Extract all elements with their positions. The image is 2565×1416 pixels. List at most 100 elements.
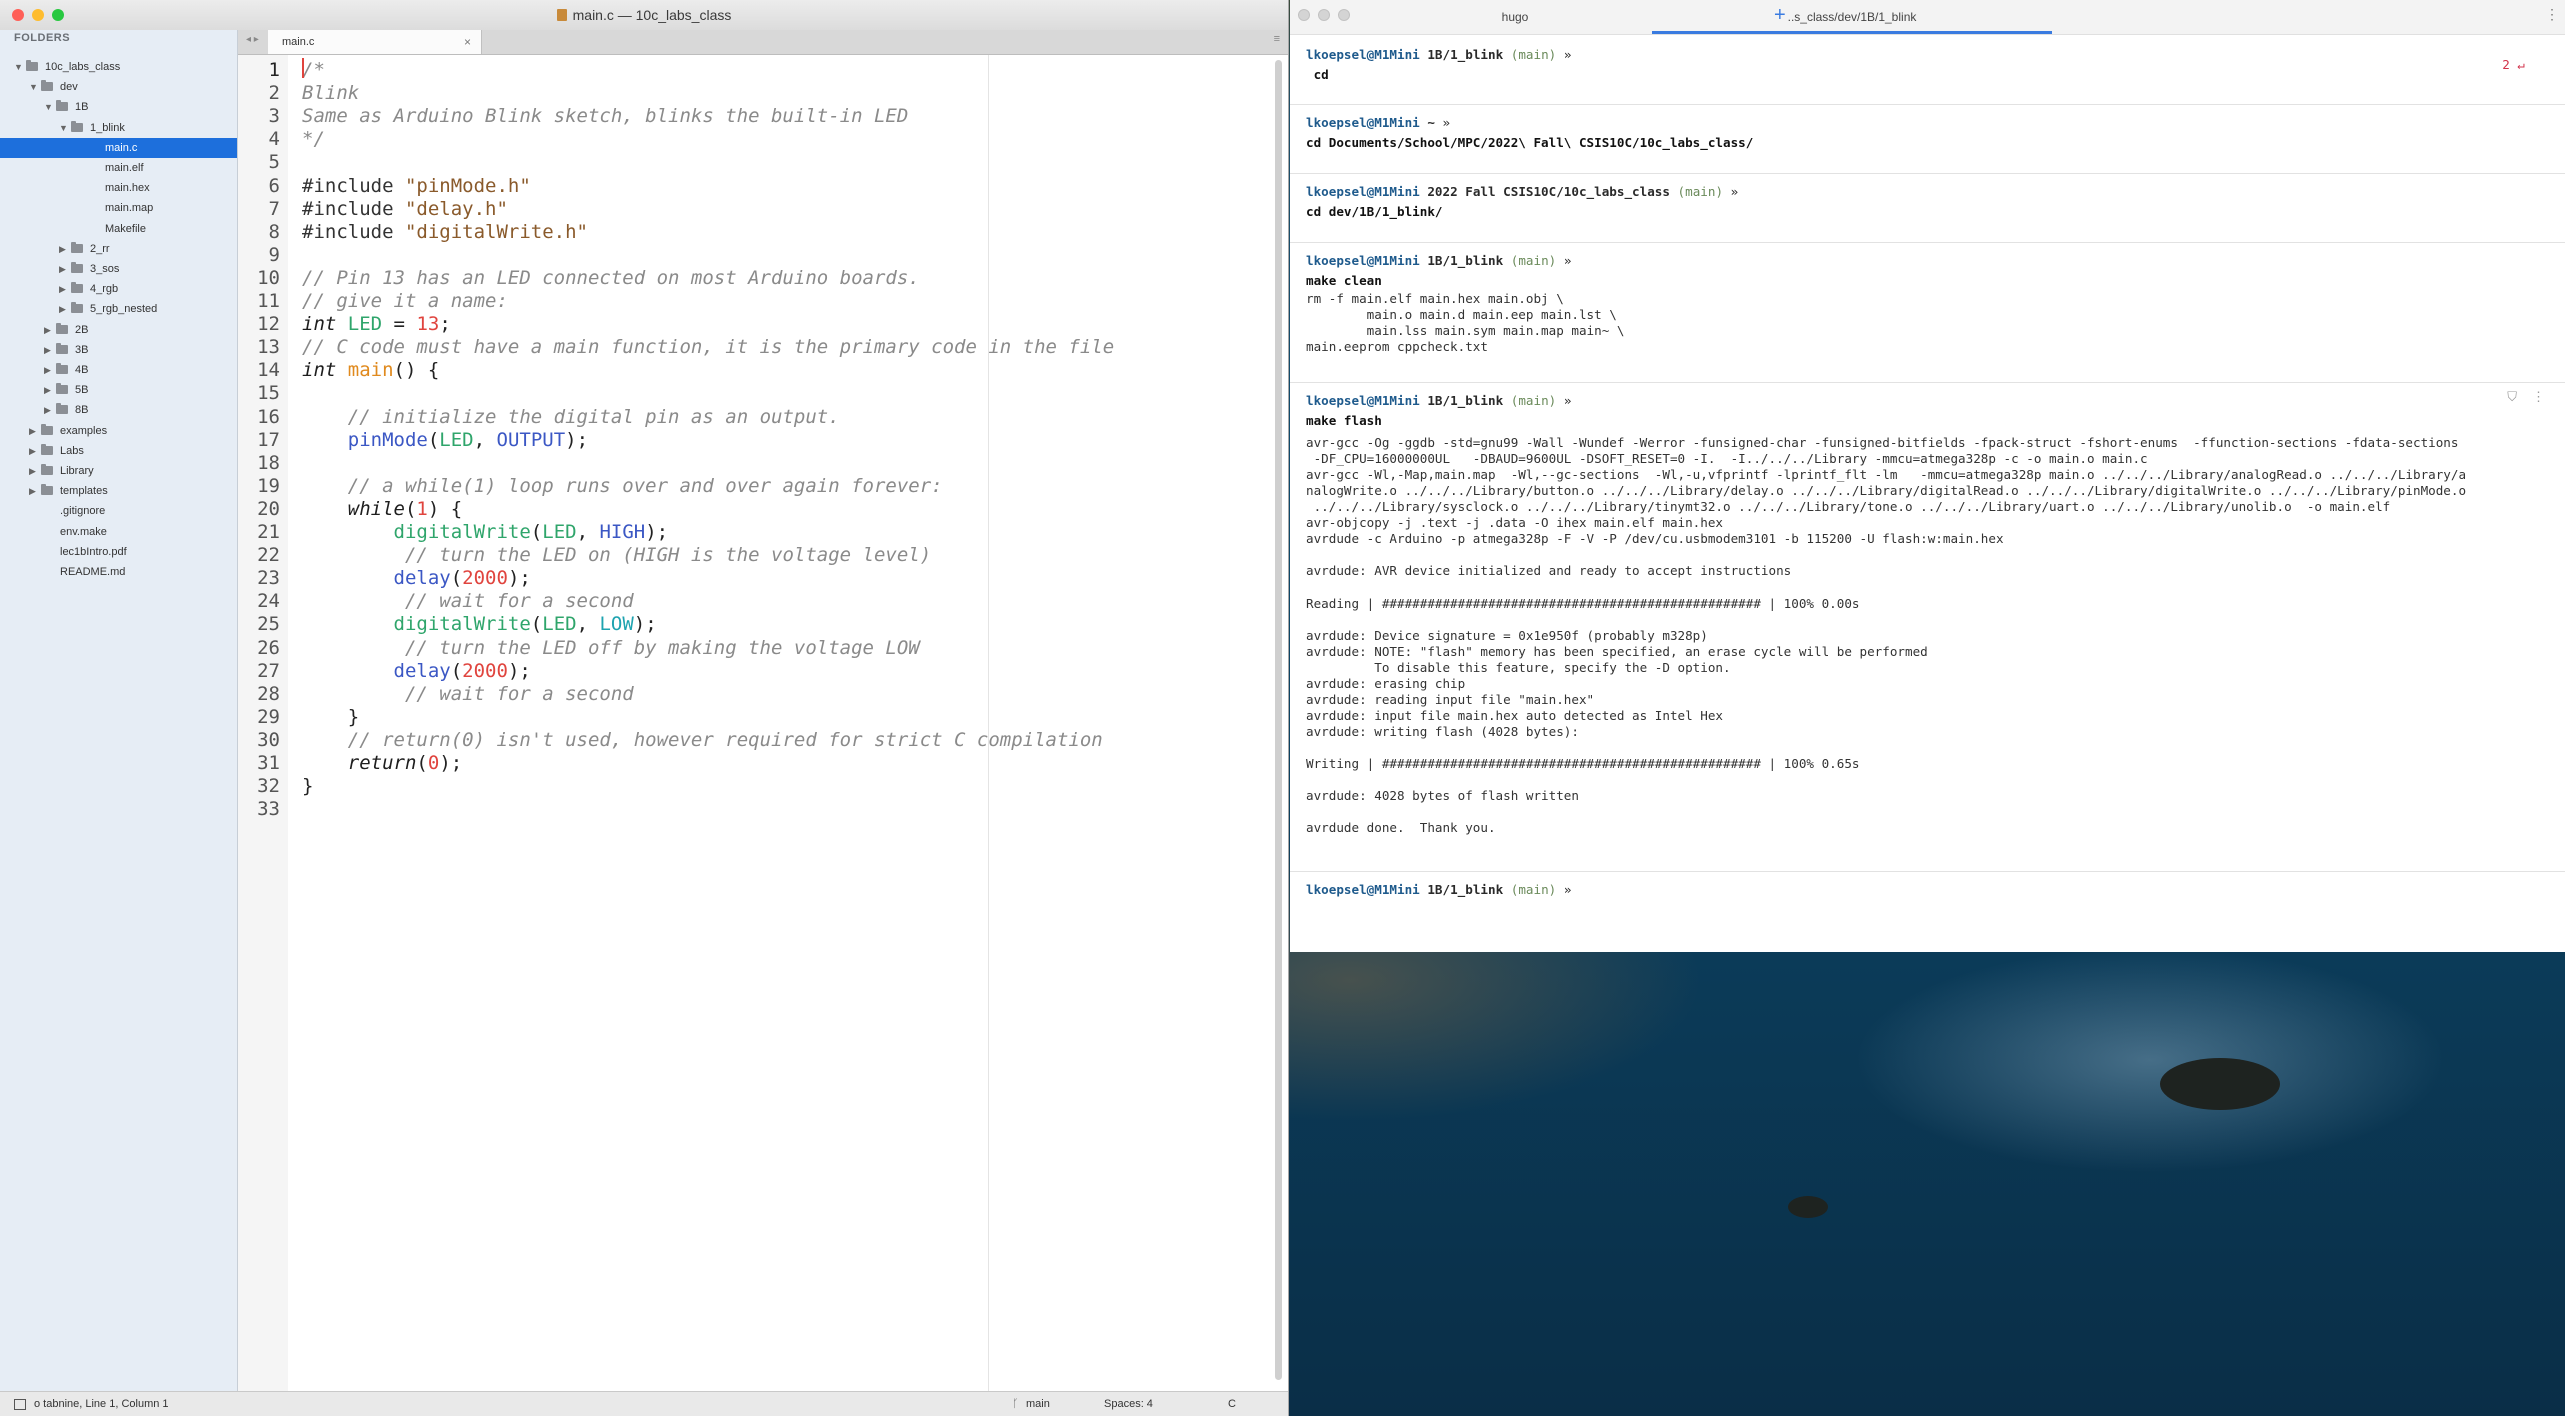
command-block[interactable]: lkoepsel@M1Mini ~ » cd Documents/School/M… [1290,105,2565,174]
disclosure-closed-icon[interactable]: ▶ [29,461,41,481]
code-token: ( [450,659,463,682]
tab-main-c[interactable]: main.c × [268,30,482,54]
file-item[interactable]: .gitignore [0,501,237,521]
folder-item[interactable]: ▶ Library [0,461,237,481]
folder-icon [71,262,83,273]
exit-code-badge: 2 ↵ [2502,57,2525,72]
code-token: // wait for a second [404,590,634,613]
folder-item[interactable]: ▼ dev [0,77,237,97]
status-syntax[interactable]: C [1228,1392,1236,1416]
code-token: #include [302,174,405,197]
disclosure-closed-icon[interactable]: ▶ [29,481,41,501]
prompt-git-branch: (main) [1510,47,1564,62]
new-tab-button[interactable]: + [1774,4,1786,27]
code-line: digitalWrite(LED, HIGH); [302,521,669,544]
prompt-line: lkoepsel@M1Mini ~ » [1306,115,1450,131]
folder-item[interactable]: ▶ templates [0,481,237,501]
file-item[interactable]: main.hex [0,178,237,198]
file-item[interactable]: main.map [0,198,237,218]
folder-item[interactable]: ▶ 3B [0,340,237,360]
tree-item-label: 3_sos [90,263,120,275]
file-item[interactable]: main.elf [0,158,237,178]
folder-item[interactable]: ▶ 3_sos [0,259,237,279]
disclosure-closed-icon[interactable]: ▶ [29,421,41,441]
disclosure-closed-icon[interactable]: ▶ [59,279,71,299]
terminal-tab-bar: hugo ..s_class/dev/1B/1_blink + ⋮ [1290,0,2565,35]
line-number: 5 [268,151,280,174]
disclosure-open-icon[interactable]: ▼ [29,77,41,97]
tab-navigation-arrows[interactable]: ◂ ▸ [246,34,259,45]
disclosure-closed-icon[interactable]: ▶ [59,239,71,259]
command-block[interactable]: lkoepsel@M1Mini 1B/1_blink (main) » make … [1290,383,2565,872]
line-number: 6 [268,174,280,197]
code-token: ( [427,428,440,451]
output-line: Reading | ##############################… [1306,595,1860,611]
command-block[interactable]: lkoepsel@M1Mini 1B/1_blink (main) » cd 2 … [1290,37,2565,105]
line-number: 19 [257,474,280,497]
command-block[interactable]: lkoepsel@M1Mini 1B/1_blink (main) » make … [1290,243,2565,383]
terminal-tab-1-blink[interactable]: ..s_class/dev/1B/1_blink [1652,0,2052,34]
folder-item[interactable]: ▼ 1B [0,97,237,117]
line-number: 16 [257,405,280,428]
code-token: return [347,752,417,774]
block-menu-icon[interactable]: ⋮ [2532,389,2545,405]
terminal-tab-hugo[interactable]: hugo [1380,0,1650,34]
disclosure-closed-icon[interactable]: ▶ [44,400,56,420]
prompt-directory: 1B/1_blink [1427,393,1511,408]
folder-item[interactable]: ▶ examples [0,421,237,441]
disclosure-closed-icon[interactable]: ▶ [59,299,71,319]
bookmark-icon[interactable]: ⛉ [2507,389,2517,405]
folder-item[interactable]: ▶ 2B [0,320,237,340]
command-block[interactable]: lkoepsel@M1Mini 1B/1_blink (main) » [1290,872,2565,941]
file-item[interactable]: README.md [0,562,237,582]
close-tab-icon[interactable]: × [464,30,471,54]
maximize-window-button[interactable] [1338,9,1350,21]
disclosure-closed-icon[interactable]: ▶ [44,340,56,360]
disclosure-open-icon[interactable]: ▼ [14,57,26,77]
disclosure-open-icon[interactable]: ▼ [44,97,56,117]
panel-toggle-icon[interactable] [14,1399,26,1410]
file-item[interactable]: env.make [0,522,237,542]
file-item[interactable]: main.c [0,137,237,158]
code-editor[interactable]: /* Blink Same as Arduino Blink sketch, bli… [288,55,1272,1391]
disclosure-closed-icon[interactable]: ▶ [44,380,56,400]
folder-item[interactable]: ▼ 10c_labs_class [0,57,237,77]
disclosure-open-icon[interactable]: ▼ [59,118,71,138]
folder-item[interactable]: ▶ 4B [0,360,237,380]
code-token: LED [347,313,383,336]
file-item[interactable]: lec1bIntro.pdf [0,542,237,562]
folder-item[interactable]: ▶ 5B [0,380,237,400]
disclosure-closed-icon[interactable]: ▶ [44,360,56,380]
prompt-user: lkoepsel@M1Mini [1306,115,1428,130]
folder-item[interactable]: ▶ 2_rr [0,239,237,259]
close-window-button[interactable] [1298,9,1310,21]
disclosure-closed-icon[interactable]: ▶ [59,259,71,279]
editor-tab-bar: ◂ ▸ main.c × ≡ [238,30,1288,55]
prompt-symbol: » [1563,882,1572,897]
prompt-user: lkoepsel@M1Mini [1306,47,1428,62]
folder-item[interactable]: ▶ 5_rgb_nested [0,299,237,319]
file-item[interactable]: Makefile [0,219,237,239]
status-branch[interactable]: main [1026,1392,1050,1416]
folder-item[interactable]: ▶ 4_rgb [0,279,237,299]
folder-icon [56,100,68,112]
disclosure-closed-icon[interactable]: ▶ [44,320,56,340]
code-token: 13 [416,313,440,336]
line-number: 15 [257,382,280,405]
prompt-directory: 1B/1_blink [1427,882,1511,897]
minimize-window-button[interactable] [1318,9,1330,21]
line-number: 31 [257,752,280,774]
status-indentation[interactable]: Spaces: 4 [1104,1392,1153,1416]
folder-item[interactable]: ▼ 1_blink [0,118,237,138]
tree-item-label: 4B [75,364,89,376]
tree-item-label: Makefile [105,222,146,235]
command-text: make clean [1306,273,1382,288]
code-line: */ [302,128,325,151]
command-block[interactable]: lkoepsel@M1Mini 2022 Fall CSIS10C/10c_la… [1290,174,2565,243]
disclosure-closed-icon[interactable]: ▶ [29,441,41,461]
folder-item[interactable]: ▶ 8B [0,400,237,420]
more-options-icon[interactable]: ⋮ [2545,6,2559,23]
tab-menu-icon[interactable]: ≡ [1274,33,1280,45]
vertical-scrollbar[interactable] [1275,60,1282,1380]
folder-item[interactable]: ▶ Labs [0,441,237,461]
